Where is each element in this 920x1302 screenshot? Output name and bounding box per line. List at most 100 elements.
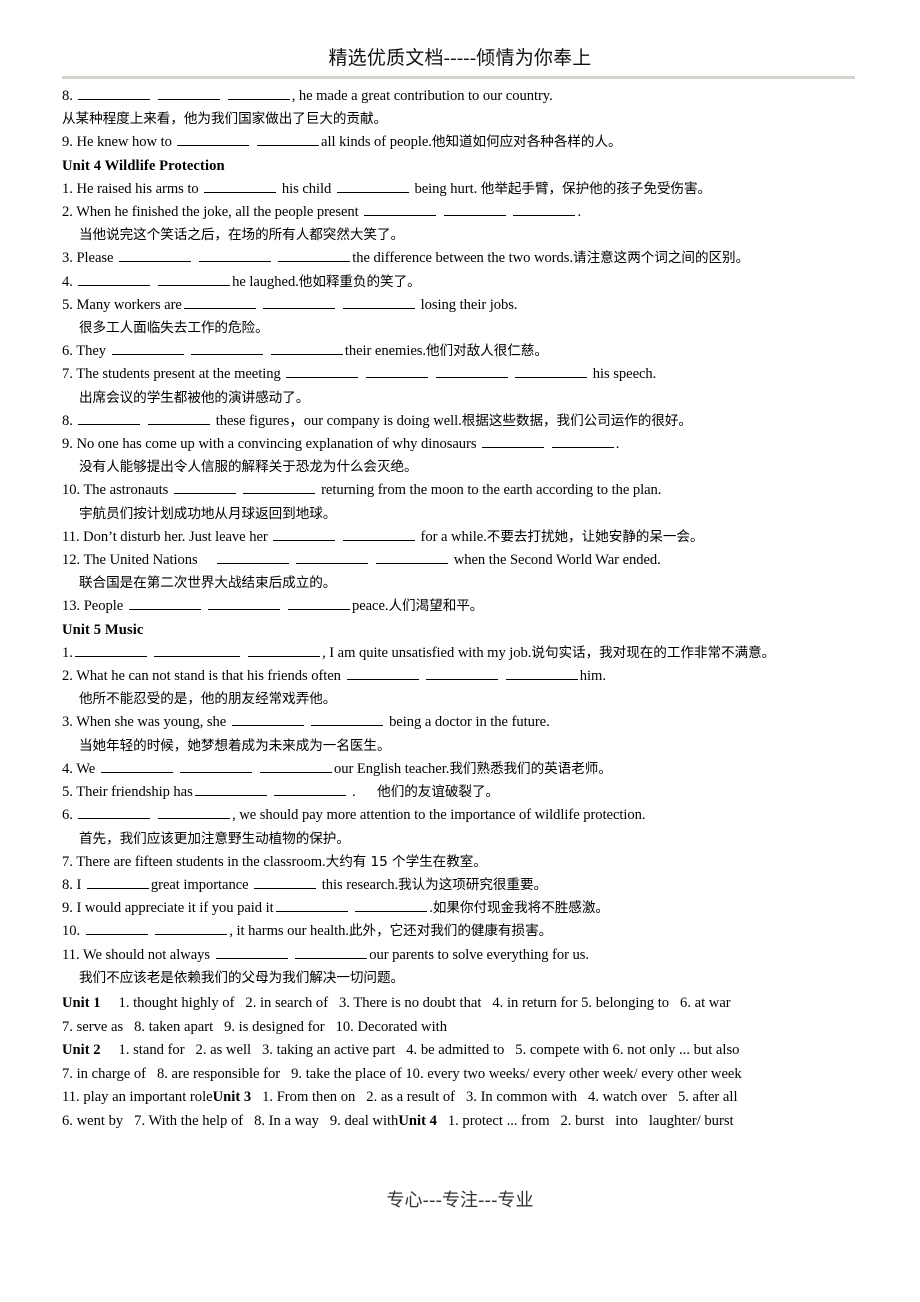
translation-inline: 根据这些数据，我们公司运作的很好。 xyxy=(461,412,692,429)
item-text: losing their jobs. xyxy=(420,296,518,313)
page-header: 精选优质文档-----倾情为你奉上 xyxy=(328,48,592,69)
answer-blank[interactable] xyxy=(158,805,231,820)
answer-blank[interactable] xyxy=(111,341,184,356)
item-number: 1. xyxy=(62,180,73,197)
answer-blank[interactable] xyxy=(78,411,141,425)
answer-blank[interactable] xyxy=(376,550,449,565)
answer-blank[interactable] xyxy=(215,945,288,959)
exercise-item: 6. They their enemies.他们对敌人很仁慈。 xyxy=(62,340,858,363)
answer-blank[interactable] xyxy=(85,921,148,936)
answer-blank[interactable] xyxy=(158,86,221,100)
translation-inline: 他举起手臂，保护他的孩子免受伤害。 xyxy=(480,180,712,197)
answer-key: Unit 1 1. thought highly of 2. in search … xyxy=(62,990,858,1134)
answer-blank[interactable] xyxy=(364,202,437,217)
translation-line: 宇航员们按计划成功地从月球返回到地球。 xyxy=(79,505,337,522)
answer-blank[interactable] xyxy=(311,712,384,727)
answer-blank[interactable] xyxy=(183,295,256,309)
exercise-item: 2. When he finished the joke, all the pe… xyxy=(62,201,858,224)
answer-blank[interactable] xyxy=(100,759,173,773)
answer-blank[interactable] xyxy=(204,179,277,193)
answer-blank[interactable] xyxy=(274,782,347,797)
answer-blank[interactable] xyxy=(173,480,236,495)
answer-blank[interactable] xyxy=(278,248,351,263)
item-number: 9. xyxy=(62,900,73,917)
exercise-item: 7. There are fifteen students in the cla… xyxy=(62,851,858,874)
translation-inline: 他们对敌人很仁慈。 xyxy=(425,343,548,360)
answer-blank[interactable] xyxy=(515,364,588,379)
answer-blank[interactable] xyxy=(177,132,250,147)
answer-blank[interactable] xyxy=(482,434,545,449)
answer-blank[interactable] xyxy=(365,364,428,379)
exercise-item: 10. The astronauts returning from the mo… xyxy=(62,479,858,502)
exercise-item: 7. The students present at the meeting h… xyxy=(62,363,858,386)
exercise-item: 9. I would appreciate it if you paid it … xyxy=(62,897,858,920)
exercise-item: 4. he laughed.他如释重负的笑了。 xyxy=(62,271,858,294)
answer-blank[interactable] xyxy=(505,666,578,681)
answer-blank[interactable] xyxy=(78,86,151,100)
answer-blank[interactable] xyxy=(248,643,321,657)
exercise-item: 4. We our English teacher.我们熟悉我们的英语老师。 xyxy=(62,758,858,781)
answer-blank[interactable] xyxy=(346,666,419,681)
answer-blank[interactable] xyxy=(551,434,614,449)
answer-blank[interactable] xyxy=(198,248,271,263)
translation-inline: 说句实话，我对现在的工作非常不满意。 xyxy=(531,644,776,661)
answer-blank[interactable] xyxy=(435,364,508,379)
answer-blank[interactable] xyxy=(243,480,316,495)
answer-blank[interactable] xyxy=(74,643,147,657)
item-text: Don’t disturb her. Just leave her xyxy=(83,528,268,545)
answer-blank[interactable] xyxy=(208,596,281,611)
answer-blank[interactable] xyxy=(194,782,267,797)
exercise-item: 3. Please the difference between the two… xyxy=(62,247,858,270)
answer-blank[interactable] xyxy=(343,295,416,309)
exercise-item: 10. , it harms our health.此外，它还对我们的健康有损害… xyxy=(62,920,858,943)
answer-key-text: 7. serve as 8. taken apart 9. is designe… xyxy=(62,1018,447,1035)
item-text: We xyxy=(76,760,96,777)
answer-blank[interactable] xyxy=(296,550,369,565)
answer-blank[interactable] xyxy=(158,272,231,286)
answer-blank[interactable] xyxy=(154,643,241,657)
answer-blank[interactable] xyxy=(273,527,336,541)
answer-blank[interactable] xyxy=(78,272,151,286)
answer-blank[interactable] xyxy=(227,86,290,100)
answer-blank[interactable] xyxy=(287,596,350,611)
answer-blank[interactable] xyxy=(119,248,192,263)
answer-blank[interactable] xyxy=(286,364,359,379)
item-text: our parents to solve everything for us. xyxy=(369,946,589,963)
answer-blank[interactable] xyxy=(148,411,211,425)
answer-blank[interactable] xyxy=(254,875,317,889)
translation-line: 联合国是在第二次世界大战结束后成立的。 xyxy=(79,575,337,592)
answer-blank[interactable] xyxy=(260,759,333,773)
answer-blank[interactable] xyxy=(191,341,264,356)
item-text: What he can not stand is that his friend… xyxy=(76,668,341,685)
item-text: He raised his arms to xyxy=(76,180,199,197)
item-number: 10. xyxy=(62,923,81,940)
answer-blank[interactable] xyxy=(78,805,151,820)
answer-blank[interactable] xyxy=(295,945,368,959)
answer-blank[interactable] xyxy=(257,132,320,147)
item-text: returning from the moon to the earth acc… xyxy=(321,482,662,499)
answer-blank[interactable] xyxy=(155,921,228,936)
exercise-item: 1. , I am quite unsatisfied with my job.… xyxy=(62,642,858,665)
item-text: for a while. xyxy=(420,528,487,545)
answer-blank[interactable] xyxy=(128,596,201,611)
answer-blank[interactable] xyxy=(342,527,415,541)
answer-blank[interactable] xyxy=(270,341,343,356)
answer-blank[interactable] xyxy=(355,898,428,913)
exercise-item: 8. , he made a great contribution to our… xyxy=(62,85,858,108)
answer-blank[interactable] xyxy=(426,666,499,681)
exercise-item: 6. , we should pay more attention to the… xyxy=(62,804,858,827)
item-number: 9. xyxy=(62,134,73,151)
answer-blank[interactable] xyxy=(275,898,348,913)
item-number: 3. xyxy=(62,714,73,731)
answer-blank[interactable] xyxy=(180,759,253,773)
answer-blank[interactable] xyxy=(513,202,576,217)
item-text: him. xyxy=(579,668,606,685)
answer-blank[interactable] xyxy=(216,550,289,565)
answer-blank[interactable] xyxy=(443,202,506,217)
answer-blank[interactable] xyxy=(263,295,336,309)
item-text: The United Nations xyxy=(83,552,198,569)
translation-line: 我们不应该老是依赖我们的父母为我们解决一切问题。 xyxy=(79,969,405,986)
answer-blank[interactable] xyxy=(86,875,149,889)
answer-blank[interactable] xyxy=(231,712,304,727)
answer-blank[interactable] xyxy=(336,179,409,193)
